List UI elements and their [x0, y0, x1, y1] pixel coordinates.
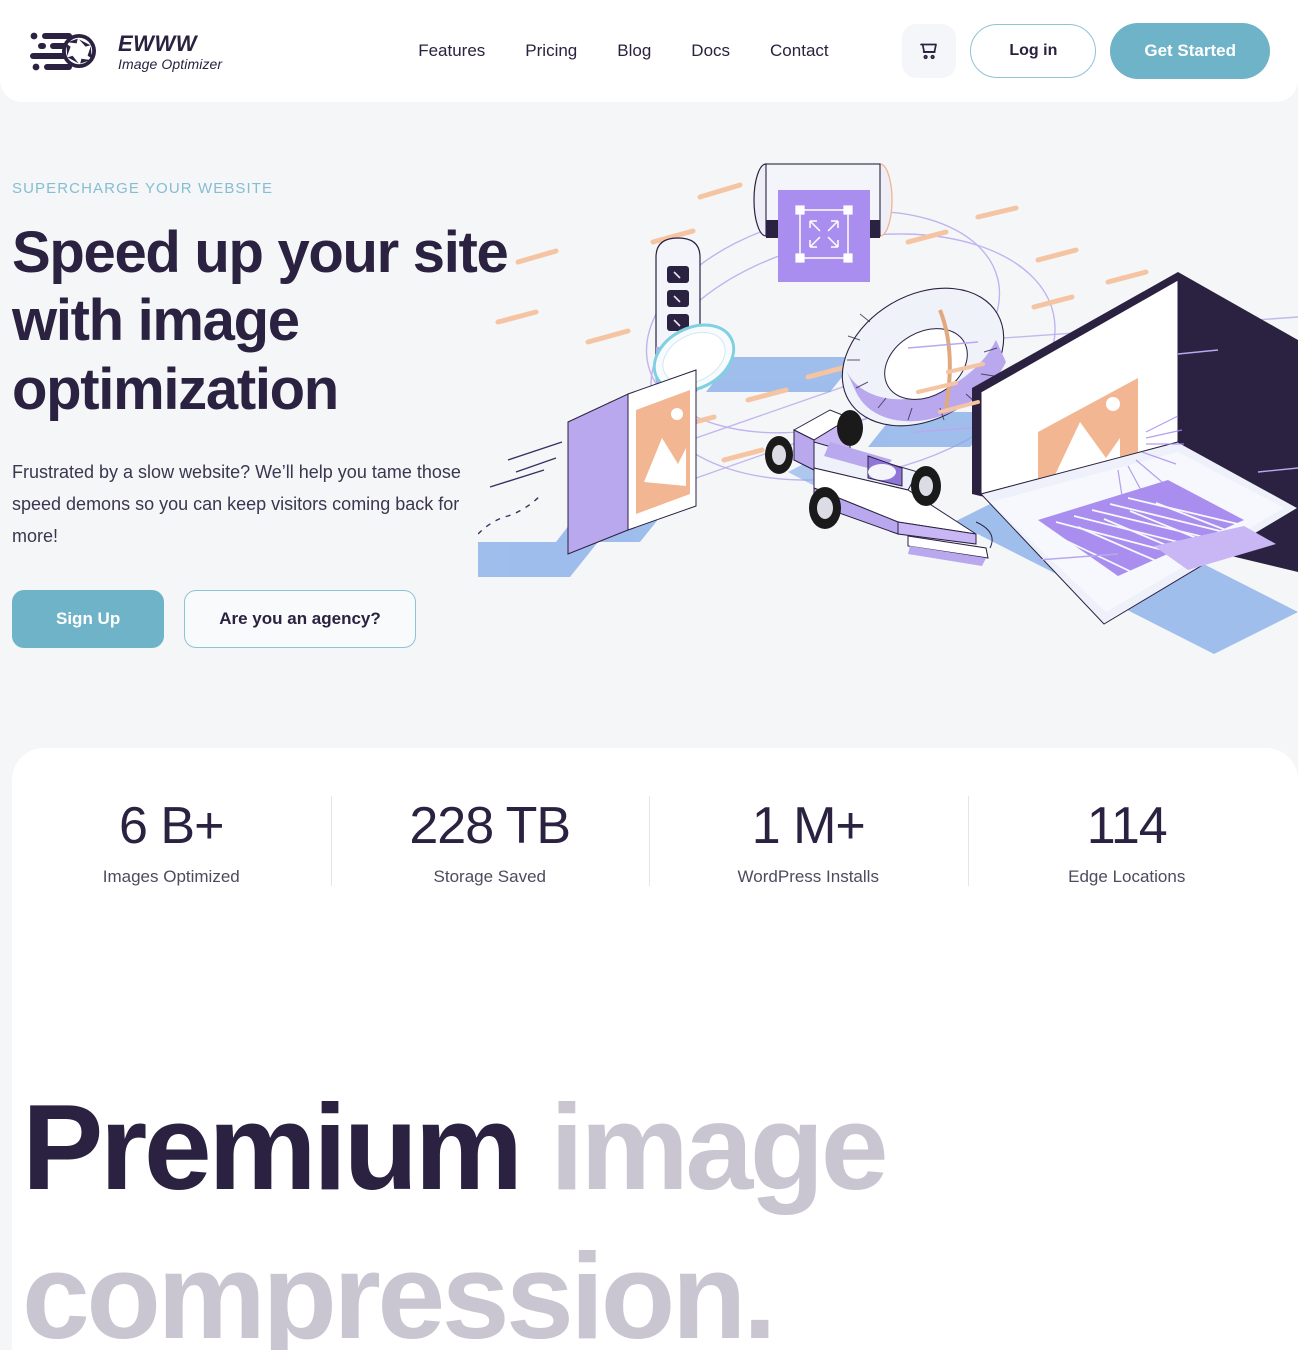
hero-eyebrow: SUPERCHARGE YOUR WEBSITE: [12, 180, 274, 197]
brand-logo[interactable]: EWWW Image Optimizer: [26, 27, 222, 75]
login-button[interactable]: Log in: [970, 24, 1097, 78]
stat-value: 1 M+: [751, 797, 866, 855]
stat-edge-locations: 114 Edge Locations: [967, 790, 1287, 895]
stat-value: 6 B+: [119, 797, 224, 855]
stat-value: 114: [1086, 797, 1168, 855]
stat-value: 228 TB: [409, 797, 571, 855]
nav-link-features[interactable]: Features: [418, 41, 485, 61]
hero-illustration: [478, 163, 1298, 654]
hero-body-text: Frustrated by a slow website? We’ll help…: [12, 462, 461, 547]
stat-label: WordPress Installs: [737, 867, 879, 887]
site-header: EWWW Image Optimizer Features Pricing Bl…: [0, 0, 1298, 102]
hero-cta-group: Sign Up Are you an agency?: [12, 590, 512, 649]
headline-dark-part: Premium: [22, 1079, 523, 1215]
stat-images-optimized: 6 B+ Images Optimized: [12, 790, 331, 895]
get-started-button[interactable]: Get Started: [1110, 23, 1270, 79]
camera-aperture-speed-icon: [30, 32, 96, 71]
nav-link-contact[interactable]: Contact: [770, 41, 829, 61]
nav-link-docs[interactable]: Docs: [691, 41, 730, 61]
header-actions: Log in Get Started: [902, 23, 1270, 79]
stat-wordpress-installs: 1 M+ WordPress Installs: [649, 790, 968, 895]
nav-link-pricing[interactable]: Pricing: [525, 41, 577, 61]
main-navigation: Features Pricing Blog Docs Contact: [418, 41, 828, 61]
brand-wordmark: EWWW Image Optimizer: [118, 31, 223, 72]
sign-up-button[interactable]: Sign Up: [12, 590, 165, 649]
shopping-cart-icon: [920, 43, 938, 60]
hero-copy: SUPERCHARGE YOUR WEBSITE Speed up your s…: [12, 180, 512, 649]
agency-button[interactable]: Are you an agency?: [184, 590, 416, 649]
landing-page: EWWW Image Optimizer Features Pricing Bl…: [0, 0, 1298, 1350]
stats-section: 6 B+ Images Optimized 228 TB Storage Sav…: [12, 748, 1298, 1350]
stat-storage-saved: 228 TB Storage Saved: [330, 790, 650, 895]
hero-title: Speed up your site with image optimizati…: [12, 220, 509, 422]
brand-name: EWWW: [118, 31, 197, 56]
nav-link-blog[interactable]: Blog: [617, 41, 651, 61]
premium-compression-headline: Premium image compression.: [22, 1073, 1292, 1350]
cart-button[interactable]: [902, 24, 957, 78]
stat-label: Storage Saved: [433, 867, 546, 887]
brand-tagline: Image Optimizer: [118, 56, 223, 72]
stat-label: Images Optimized: [102, 867, 240, 887]
stats-row: 6 B+ Images Optimized 228 TB Storage Sav…: [12, 790, 1286, 895]
stat-label: Edge Locations: [1068, 867, 1186, 887]
hero-section: SUPERCHARGE YOUR WEBSITE Speed up your s…: [0, 102, 1298, 748]
